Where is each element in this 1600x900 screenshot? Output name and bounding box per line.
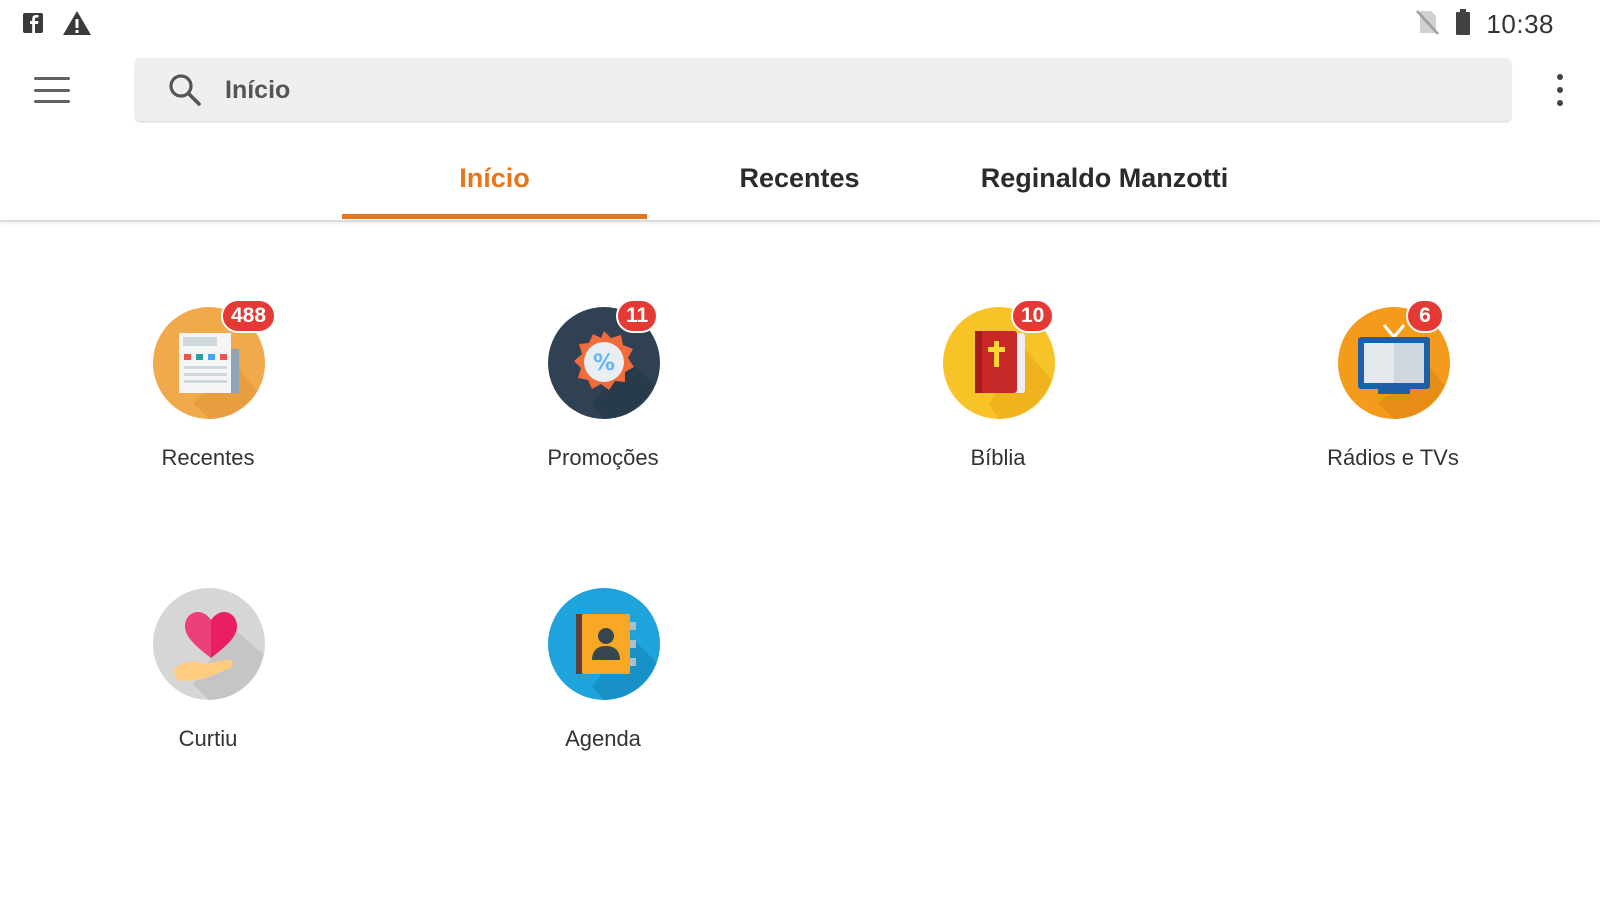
warning-icon bbox=[62, 9, 92, 42]
no-sim-icon bbox=[1414, 8, 1440, 41]
tile-label: Agenda bbox=[565, 726, 641, 751]
tile-curtiu[interactable]: Curtiu bbox=[78, 588, 338, 788]
tab-indicator bbox=[342, 214, 647, 219]
tab-bar: Início Recentes Reginaldo Manzotti bbox=[0, 134, 1600, 222]
badge-count: 11 bbox=[616, 299, 659, 333]
app-toolbar: Início bbox=[0, 46, 1600, 134]
status-time: 10:38 bbox=[1486, 9, 1554, 39]
tab-inicio[interactable]: Início bbox=[342, 134, 647, 222]
badge-count: 6 bbox=[1406, 299, 1444, 333]
tile-biblia[interactable]: 10 Bíblia bbox=[868, 299, 1128, 507]
status-right-icons: 10:38 bbox=[1414, 8, 1554, 41]
tile-label: Promoções bbox=[547, 445, 659, 470]
tile-label: Rádios e TVs bbox=[1327, 445, 1459, 470]
facebook-icon bbox=[22, 10, 44, 41]
search-bar[interactable]: Início bbox=[135, 58, 1511, 121]
badge-count: 488 bbox=[221, 299, 277, 333]
tile-label: Bíblia bbox=[970, 445, 1026, 470]
battery-icon bbox=[1454, 8, 1472, 41]
more-vert-icon[interactable] bbox=[1548, 72, 1572, 108]
heart-hand-icon bbox=[153, 588, 265, 700]
tab-recentes[interactable]: Recentes bbox=[647, 134, 952, 222]
search-icon[interactable] bbox=[167, 72, 203, 113]
status-left-icons bbox=[22, 9, 92, 42]
tile-radios-e-tvs[interactable]: 6 Rádios e TVs bbox=[1263, 299, 1523, 507]
hamburger-menu-icon[interactable] bbox=[30, 72, 74, 108]
tile-recentes[interactable]: 488 Recentes bbox=[78, 299, 338, 507]
tab-reginaldo-manzotti[interactable]: Reginaldo Manzotti bbox=[952, 134, 1257, 222]
tile-promocoes[interactable]: % 11 Promoções bbox=[473, 299, 733, 507]
tile-label: Curtiu bbox=[178, 726, 238, 751]
tile-label: Recentes bbox=[161, 445, 255, 470]
search-input[interactable]: Início bbox=[225, 76, 290, 105]
status-bar: 10:38 bbox=[0, 0, 1600, 46]
badge-count: 10 bbox=[1011, 299, 1055, 333]
tile-agenda[interactable]: Agenda bbox=[473, 588, 733, 788]
contacts-book-icon bbox=[548, 588, 660, 700]
svg-text:%: % bbox=[593, 351, 615, 376]
